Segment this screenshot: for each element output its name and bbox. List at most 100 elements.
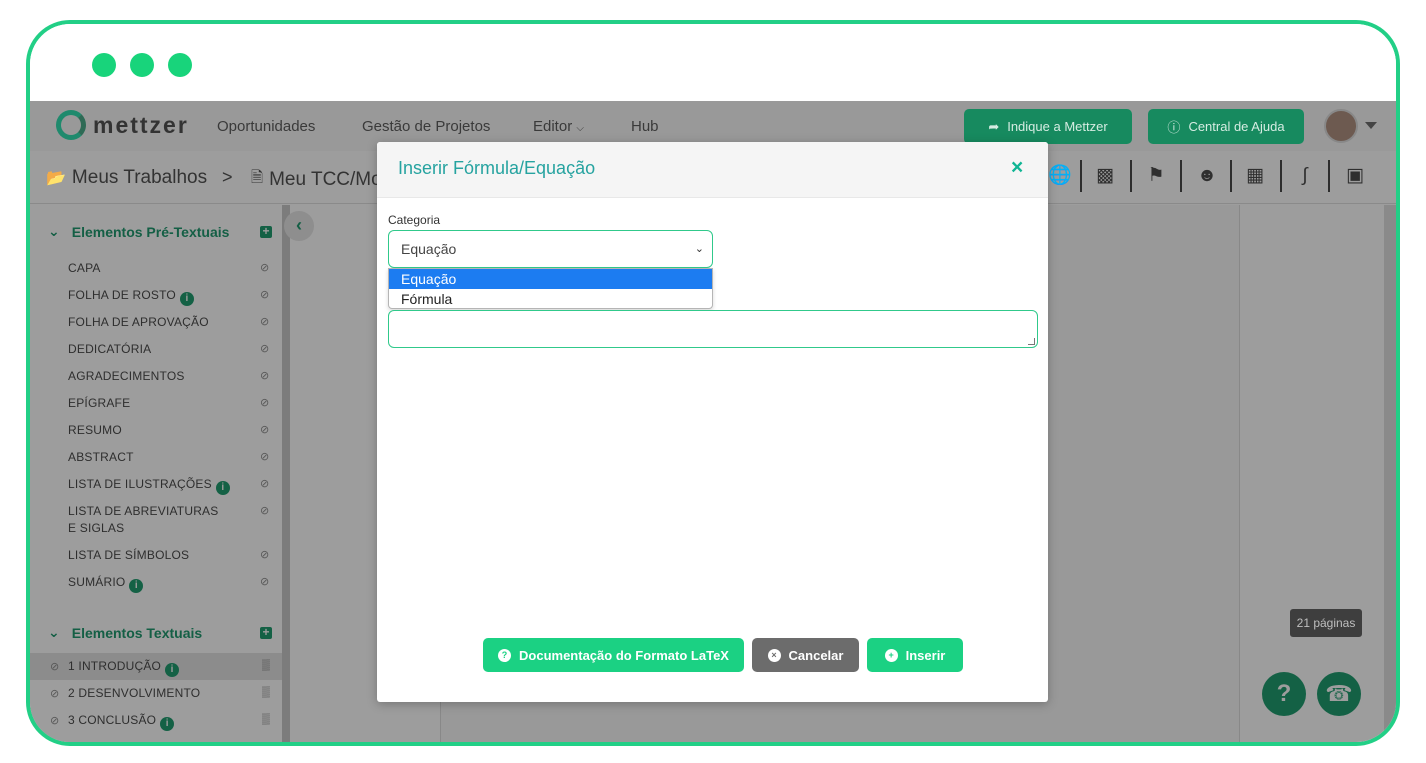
sidebar-item-desenvolvimento[interactable]: 2 DESENVOLVIMENTO <box>68 685 200 702</box>
section-pre-textual[interactable]: ⌄ Elementos Pré-Textuais <box>48 223 229 240</box>
info-icon[interactable]: i <box>160 717 175 731</box>
avatar-caret-icon[interactable] <box>1365 122 1377 129</box>
window-dot-2 <box>130 53 154 77</box>
add-pre-textual-button[interactable]: + <box>260 225 272 238</box>
breadcrumb-root[interactable]: 📂 Meus Trabalhos <box>46 167 207 189</box>
plus-circle-icon: + <box>884 648 898 662</box>
calendar-icon[interactable]: ▦ <box>1244 164 1266 188</box>
thermometer-icon[interactable]: ∫ <box>1294 164 1316 188</box>
whatsapp-button[interactable]: ☎ <box>1317 672 1361 716</box>
flag-icon[interactable]: ⚑ <box>1145 164 1167 188</box>
eye-slash-icon[interactable]: ⊘ <box>260 575 269 588</box>
eye-slash-icon[interactable]: ⊘ <box>260 342 269 355</box>
trash-icon[interactable]: ▒ <box>262 686 270 698</box>
sidebar-item-lista-de-ilustracoes[interactable]: LISTA DE ILUSTRAÇÕES i <box>68 476 230 495</box>
nav-hub[interactable]: Hub <box>631 118 659 135</box>
modal-header: Inserir Fórmula/Equação × <box>377 142 1048 198</box>
book-icon[interactable]: ▩ <box>1094 164 1116 188</box>
globe-icon[interactable]: 🌐 <box>1048 164 1072 188</box>
sidebar-item-agradecimentos[interactable]: AGRADECIMENTOS <box>68 368 185 385</box>
nav-editor[interactable]: Editor ⌵ <box>533 118 584 135</box>
toolbar-divider <box>1080 160 1082 192</box>
eye-slash-icon[interactable]: ⊘ <box>260 477 269 490</box>
toolbar-divider <box>1230 160 1232 192</box>
editor-scrollbar[interactable] <box>1384 205 1396 742</box>
nav-gestao-projetos[interactable]: Gestão de Projetos <box>362 118 490 135</box>
eye-slash-icon[interactable]: ⊘ <box>260 369 269 382</box>
eye-slash-icon[interactable]: ⊘ <box>260 315 269 328</box>
avatar[interactable] <box>1324 109 1358 143</box>
sidebar-row-conclusao[interactable]: ⊘ 3 CONCLUSÃO i ▒ <box>30 707 282 734</box>
eye-slash-icon[interactable]: ⊘ <box>260 504 269 517</box>
sidebar-scrollbar[interactable] <box>282 205 290 742</box>
sidebar-item-lista-de-abreviaturas[interactable]: LISTA DE ABREVIATURAS E SIGLAS <box>68 503 228 537</box>
info-icon[interactable]: i <box>165 663 180 677</box>
eye-slash-icon[interactable]: ⊘ <box>50 660 59 673</box>
info-icon[interactable]: i <box>215 481 230 495</box>
eye-slash-icon[interactable]: ⊘ <box>260 288 269 301</box>
insert-button[interactable]: + Inserir <box>867 638 963 672</box>
breadcrumb-root-label: Meus Trabalhos <box>71 167 208 188</box>
sidebar-row-desenvolvimento[interactable]: ⊘ 2 DESENVOLVIMENTO ▒ <box>30 680 282 707</box>
trash-icon[interactable]: ▒ <box>262 713 270 725</box>
eye-slash-icon[interactable]: ⊘ <box>260 261 269 274</box>
sidebar-item-capa[interactable]: CAPA <box>68 260 101 277</box>
formula-textarea[interactable] <box>388 310 1038 348</box>
indique-button[interactable]: ➦ Indique a Mettzer <box>964 109 1132 144</box>
chevron-down-icon: ⌄ <box>48 624 60 640</box>
resize-grip-icon[interactable] <box>1028 338 1035 345</box>
insert-formula-modal: Inserir Fórmula/Equação × Categoria Equa… <box>377 142 1048 702</box>
sidebar-item-introducao[interactable]: 1 INTRODUÇÃO i <box>68 658 180 677</box>
toolbar-divider <box>1130 160 1132 192</box>
users-icon[interactable]: ☻ <box>1192 164 1222 188</box>
collapse-sidebar-button[interactable]: ‹ <box>284 211 314 241</box>
eye-slash-icon[interactable]: ⊘ <box>260 548 269 561</box>
eye-slash-icon[interactable]: ⊘ <box>50 714 59 727</box>
sidebar-item-epigrafe[interactable]: EPÍGRAFE <box>68 395 130 412</box>
sidebar-item-conclusao[interactable]: 3 CONCLUSÃO i <box>68 712 175 731</box>
category-option-formula[interactable]: Fórmula <box>389 289 712 309</box>
sidebar-item-label: 1 INTRODUÇÃO <box>68 659 162 673</box>
sidebar-item-label: SUMÁRIO <box>68 575 126 589</box>
info-icon[interactable]: i <box>179 292 194 306</box>
nav-oportunidades[interactable]: Oportunidades <box>217 118 315 135</box>
category-label: Categoria <box>388 213 441 227</box>
help-label: Central de Ajuda <box>1188 119 1285 134</box>
sidebar-item-resumo[interactable]: RESUMO <box>68 422 122 439</box>
category-select[interactable]: Equação ⌄ <box>388 230 713 268</box>
close-icon[interactable]: × <box>1011 156 1023 180</box>
eye-slash-icon[interactable]: ⊘ <box>260 450 269 463</box>
help-center-button[interactable]: ⓘ Central de Ajuda <box>1148 109 1304 144</box>
breadcrumb-current-label: Meu TCC/Mo <box>269 168 382 190</box>
trash-icon[interactable]: ▒ <box>262 659 270 671</box>
eye-slash-icon[interactable]: ⊘ <box>260 423 269 436</box>
sidebar-item-folha-de-aprovacao[interactable]: FOLHA DE APROVAÇÃO <box>68 314 209 331</box>
mettzer-logo[interactable]: mettzer <box>56 110 189 140</box>
sidebar-item-lista-de-simbolos[interactable]: LISTA DE SÍMBOLOS <box>68 547 189 564</box>
sidebar-item-sumario[interactable]: SUMÁRIO i <box>68 574 144 593</box>
latex-docs-button[interactable]: ? Documentação do Formato LaTeX <box>483 638 744 672</box>
category-option-equacao[interactable]: Equação <box>389 269 712 289</box>
folder-open-icon: 📂 <box>46 170 66 187</box>
chevron-down-icon: ⌄ <box>48 223 60 239</box>
info-icon[interactable]: i <box>129 579 144 593</box>
category-dropdown: Equação Fórmula <box>388 268 713 309</box>
cancel-label: Cancelar <box>788 647 844 663</box>
cancel-button[interactable]: × Cancelar <box>752 638 859 672</box>
sidebar-item-dedicatoria[interactable]: DEDICATÓRIA <box>68 341 151 358</box>
pages-count-badge: 21 páginas <box>1290 609 1362 637</box>
sidebar-item-folha-de-rosto[interactable]: FOLHA DE ROSTO i <box>68 287 194 306</box>
help-fab-button[interactable]: ? <box>1262 672 1306 716</box>
file-icon: 🗎 <box>251 169 264 186</box>
eye-slash-icon[interactable]: ⊘ <box>50 687 59 700</box>
section-textual[interactable]: ⌄ Elementos Textuais <box>48 624 202 641</box>
add-textual-button[interactable]: + <box>260 626 272 639</box>
window-dot-1 <box>92 53 116 77</box>
breadcrumb-current[interactable]: 🗎 Meu TCC/Mo <box>251 167 382 192</box>
sidebar-row-introducao[interactable]: ⊘ 1 INTRODUÇÃO i ▒ <box>30 653 282 680</box>
category-select-value: Equação <box>401 241 457 257</box>
sidebar-item-abstract[interactable]: ABSTRACT <box>68 449 134 466</box>
eye-slash-icon[interactable]: ⊘ <box>260 396 269 409</box>
save-icon[interactable]: ▣ <box>1344 164 1366 188</box>
section-pre-textual-title: Elementos Pré-Textuais <box>71 223 230 240</box>
